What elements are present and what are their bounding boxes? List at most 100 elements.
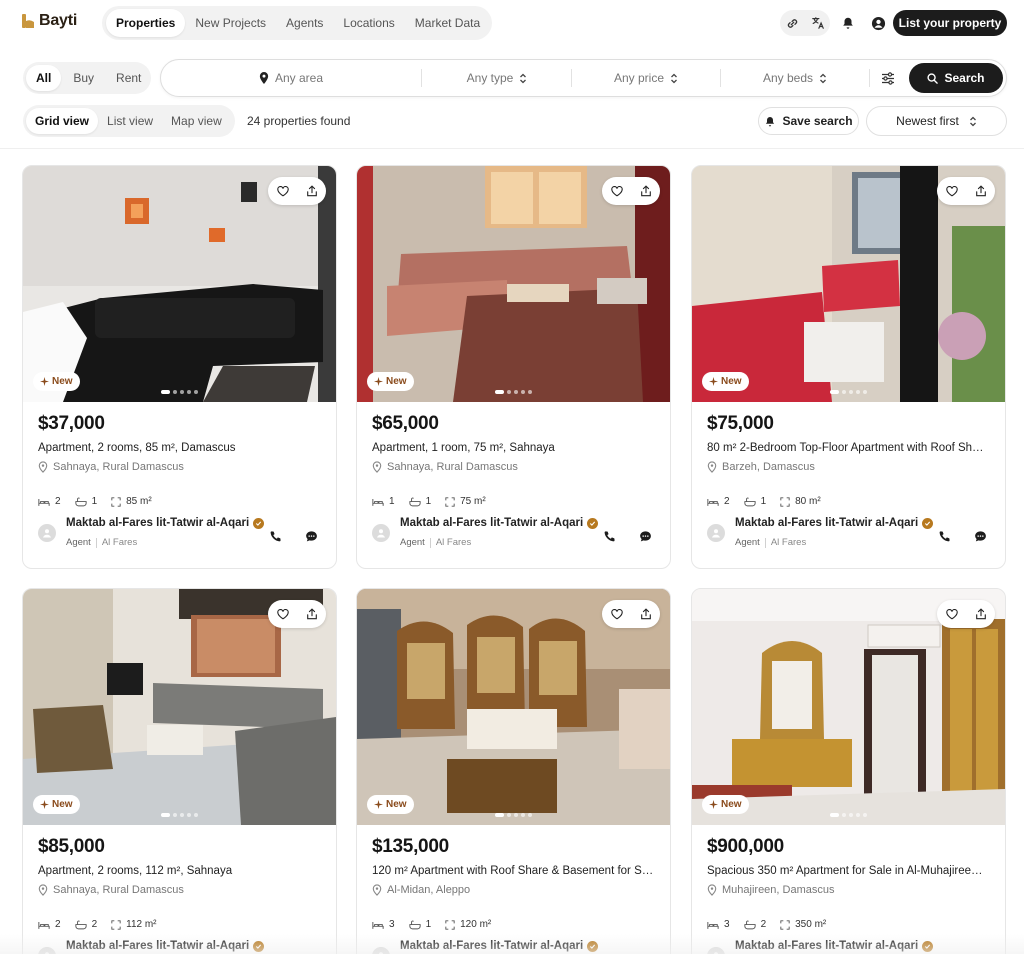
carousel-dots[interactable] [23,390,336,394]
nav-item-locations[interactable]: Locations [333,9,404,37]
chat-icon[interactable] [633,524,657,548]
agent-meta: Agent Al Fares [735,537,806,548]
listing-card[interactable]: New $37,000 Apartment, 2 rooms, 85 m², Dam… [22,165,337,569]
listing-title[interactable]: 120 m² Apartment with Roof Share & Basem… [372,865,662,877]
share-icon[interactable] [969,602,993,626]
avatar[interactable] [38,524,56,542]
listing-photo[interactable]: New [23,166,336,402]
listing-title[interactable]: Apartment, 2 rooms, 112 m², Sahnaya [38,865,328,877]
logo[interactable]: Bayti [22,12,77,30]
phone-icon[interactable] [597,524,621,548]
agent-company: Al Fares [770,537,807,548]
sparkle-icon [374,800,383,809]
listing-photo[interactable]: New [692,589,1005,825]
area-feature: 120 m² [445,919,491,930]
agent-name[interactable]: Maktab al-Fares lit-Tatwir al-Aqari [66,517,265,529]
beds-feature: 2 [38,496,61,507]
carousel-dots[interactable] [692,813,1005,817]
view-map[interactable]: Map view [162,108,231,134]
list-property-button[interactable]: List your property [893,10,1007,36]
listing-photo[interactable]: New [23,589,336,825]
type-select[interactable]: Any type [422,60,572,96]
agent-name[interactable]: Maktab al-Fares lit-Tatwir al-Aqari [735,940,934,952]
sparkle-icon [40,377,49,386]
nav-item-new-projects[interactable]: New Projects [185,9,276,37]
filters-button[interactable] [873,60,903,96]
carousel-dots[interactable] [357,813,670,817]
share-icon[interactable] [634,179,658,203]
carousel-dots[interactable] [357,390,670,394]
phone-icon[interactable] [932,524,956,548]
phone-icon[interactable] [597,947,621,954]
heart-icon[interactable] [605,602,629,626]
search-button[interactable]: Search [909,63,1003,93]
listing-photo[interactable]: New [357,589,670,825]
price-select[interactable]: Any price [572,60,720,96]
heart-icon[interactable] [940,179,964,203]
heart-icon[interactable] [940,602,964,626]
listing-title[interactable]: Apartment, 1 room, 75 m², Sahnaya [372,442,662,454]
view-list[interactable]: List view [98,108,162,134]
user-icon[interactable] [866,11,890,35]
photo-actions [602,600,660,628]
nav-item-market-data[interactable]: Market Data [405,9,490,37]
listing-title[interactable]: 80 m² 2-Bedroom Top-Floor Apartment with… [707,442,997,454]
share-icon[interactable] [969,179,993,203]
translate-icon[interactable] [806,11,830,35]
listing-card[interactable]: New $65,000 Apartment, 1 room, 75 m², Sahn… [356,165,671,569]
nav-item-properties[interactable]: Properties [106,9,186,37]
chat-icon[interactable] [299,524,323,548]
link-icon[interactable] [781,11,805,35]
mode-rent[interactable]: Rent [106,65,151,91]
area-field[interactable]: Any area [161,60,421,96]
phone-icon[interactable] [263,524,287,548]
listing-card[interactable]: New $75,000 80 m² 2-Bedroom Top-Floor Apar… [691,165,1006,569]
sort-select[interactable]: Newest first [866,106,1007,136]
avatar[interactable] [707,524,725,542]
listing-photo[interactable]: New [692,166,1005,402]
chat-icon[interactable] [299,947,323,954]
chat-icon[interactable] [968,524,992,548]
agent-name[interactable]: Maktab al-Fares lit-Tatwir al-Aqari [735,517,934,529]
beds-count: 2 [724,496,730,507]
expand-icon [445,496,455,507]
listing-card[interactable]: New $85,000 Apartment, 2 rooms, 112 m², Sa… [22,588,337,954]
carousel-dots[interactable] [692,390,1005,394]
agent-name[interactable]: Maktab al-Fares lit-Tatwir al-Aqari [400,517,599,529]
save-search-button[interactable]: Save search [758,107,859,135]
carousel-dots[interactable] [23,813,336,817]
heart-icon[interactable] [271,602,295,626]
avatar[interactable] [372,524,390,542]
view-grid[interactable]: Grid view [26,108,99,134]
chat-icon[interactable] [968,947,992,954]
bell-icon[interactable] [836,11,860,35]
heart-icon[interactable] [605,179,629,203]
nav-item-agents[interactable]: Agents [276,9,333,37]
chat-icon[interactable] [633,947,657,954]
heart-icon[interactable] [271,179,295,203]
listing-features: 3 2 350 m² [707,919,826,930]
phone-icon[interactable] [932,947,956,954]
listing-card[interactable]: New $900,000 Spacious 350 m² Apartment for… [691,588,1006,954]
avatar[interactable] [38,947,56,954]
listing-title[interactable]: Spacious 350 m² Apartment for Sale in Al… [707,865,997,877]
utility-pill [780,10,830,36]
mode-buy[interactable]: Buy [63,65,104,91]
listing-features: 2 1 80 m² [707,496,821,507]
agent-meta: Agent Al Fares [400,537,471,548]
listing-features: 2 1 85 m² [38,496,152,507]
share-icon[interactable] [634,602,658,626]
mode-all[interactable]: All [26,65,62,91]
share-icon[interactable] [300,179,324,203]
beds-select[interactable]: Any beds [721,60,869,96]
avatar[interactable] [707,947,725,954]
agent-name[interactable]: Maktab al-Fares lit-Tatwir al-Aqari [400,940,599,952]
avatar[interactable] [372,947,390,954]
photo-actions [268,177,326,205]
phone-icon[interactable] [263,947,287,954]
share-icon[interactable] [300,602,324,626]
agent-name[interactable]: Maktab al-Fares lit-Tatwir al-Aqari [66,940,265,952]
listing-title[interactable]: Apartment, 2 rooms, 85 m², Damascus [38,442,328,454]
listing-card[interactable]: New $135,000 120 m² Apartment with Roof Sh… [356,588,671,954]
listing-photo[interactable]: New [357,166,670,402]
